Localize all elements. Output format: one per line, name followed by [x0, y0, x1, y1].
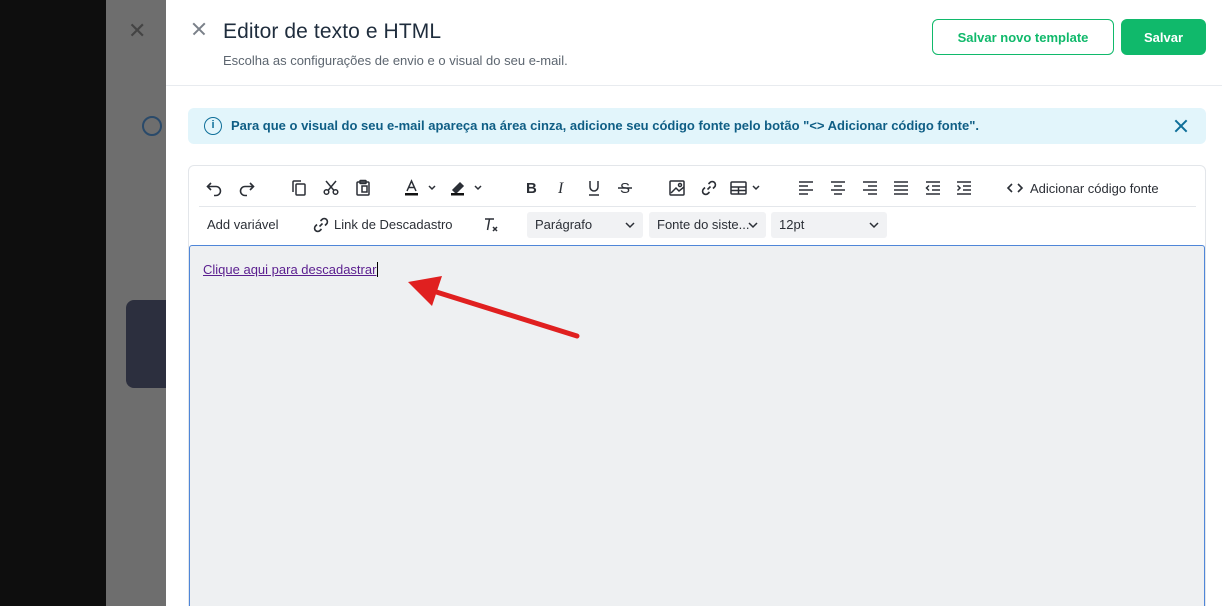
redo-icon[interactable]: [235, 176, 259, 200]
page-subtitle: Escolha as configurações de envio e o vi…: [223, 53, 568, 68]
chevron-down-icon: [625, 222, 635, 229]
bold-icon[interactable]: B: [519, 176, 543, 200]
font-size-select[interactable]: 12pt: [771, 212, 887, 238]
image-icon[interactable]: [665, 176, 689, 200]
block-format-select[interactable]: Parágrafo: [527, 212, 643, 238]
align-justify-icon[interactable]: [889, 176, 913, 200]
rich-text-editor: B I S Adicionar código fonte Add variáve…: [188, 165, 1206, 606]
source-code-icon[interactable]: [1005, 176, 1025, 200]
editor-panel: Editor de texto e HTML Escolha as config…: [166, 0, 1222, 606]
undo-icon[interactable]: [202, 176, 226, 200]
unsubscribe-link[interactable]: Clique aqui para descadastrar: [203, 262, 379, 277]
close-icon[interactable]: [188, 18, 210, 40]
outdent-icon[interactable]: [921, 176, 945, 200]
chevron-down-icon: [748, 222, 758, 229]
italic-icon[interactable]: I: [550, 176, 574, 200]
alert-close-icon[interactable]: [1172, 117, 1190, 135]
align-right-icon[interactable]: [858, 176, 882, 200]
font-family-select[interactable]: Fonte do siste...: [649, 212, 766, 238]
page-title: Editor de texto e HTML: [223, 20, 442, 43]
strikethrough-icon[interactable]: S: [613, 176, 637, 200]
background-sidebar: [0, 0, 106, 606]
screen: ✕ Editor de texto e HTML Escolha as conf…: [0, 0, 1222, 606]
svg-text:B: B: [526, 180, 537, 197]
info-icon: i: [204, 117, 222, 135]
align-center-icon[interactable]: [826, 176, 850, 200]
table-icon[interactable]: [729, 176, 765, 200]
text-caret: [377, 262, 379, 277]
indent-icon[interactable]: [952, 176, 976, 200]
copy-icon[interactable]: [287, 176, 311, 200]
text-color-icon[interactable]: [403, 176, 439, 200]
svg-text:I: I: [557, 180, 564, 197]
font-size-value: 12pt: [779, 217, 805, 232]
clear-formatting-icon[interactable]: [479, 213, 503, 237]
paste-icon[interactable]: [351, 176, 375, 200]
align-left-icon[interactable]: [794, 176, 818, 200]
background-info-icon: [142, 116, 162, 136]
cut-icon[interactable]: [319, 176, 343, 200]
unsubscribe-link-text: Clique aqui para descadastrar: [203, 262, 377, 277]
unsubscribe-link-button[interactable]: Link de Descadastro: [334, 217, 453, 232]
highlight-color-icon[interactable]: [449, 176, 485, 200]
background-close-icon: ✕: [128, 18, 147, 43]
save-button[interactable]: Salvar: [1121, 19, 1206, 55]
panel-header: Editor de texto e HTML Escolha as config…: [166, 0, 1222, 86]
underline-icon[interactable]: [582, 176, 606, 200]
editor-toolbar-primary: B I S Adicionar código fonte: [189, 166, 1205, 206]
editor-content-area[interactable]: Clique aqui para descadastrar: [189, 245, 1205, 606]
block-format-value: Parágrafo: [535, 217, 593, 232]
unsubscribe-link-icon[interactable]: [309, 213, 333, 237]
info-alert: i Para que o visual do seu e-mail apareç…: [188, 108, 1206, 144]
chevron-down-icon: [869, 222, 879, 229]
alert-text: Para que o visual do seu e-mail apareça …: [231, 118, 979, 133]
save-new-template-button[interactable]: Salvar novo template: [932, 19, 1114, 55]
add-source-code-button[interactable]: Adicionar código fonte: [1030, 181, 1159, 196]
link-icon[interactable]: [697, 176, 721, 200]
add-variable-button[interactable]: Add variável: [207, 217, 279, 232]
font-family-value: Fonte do siste...: [657, 217, 750, 232]
editor-toolbar-secondary: Add variável Link de Descadastro Parágra…: [189, 207, 1205, 245]
